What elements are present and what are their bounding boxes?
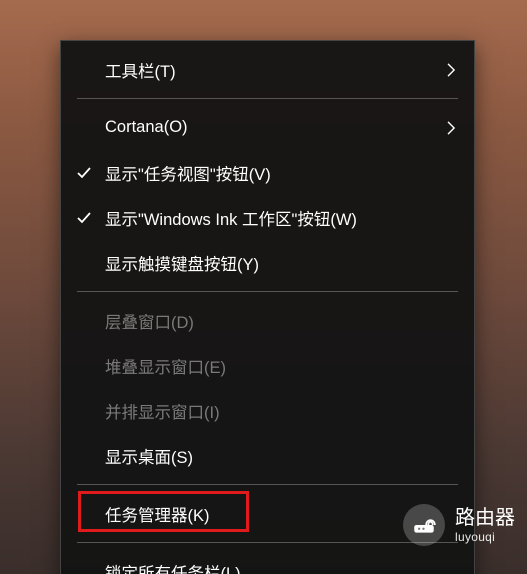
check-icon — [75, 209, 93, 227]
menu-separator — [77, 542, 458, 543]
watermark: 路由器 luyouqi — [403, 504, 515, 546]
watermark-title: 路由器 — [455, 506, 515, 530]
chevron-right-icon — [444, 121, 458, 135]
menu-item-label: 工具栏(T) — [105, 58, 176, 82]
menu-item-cortana[interactable]: Cortana(O) — [61, 105, 474, 150]
menu-item-label: 堆叠显示窗口(E) — [105, 354, 226, 378]
menu-separator — [77, 98, 458, 99]
menu-item-label: 层叠窗口(D) — [105, 309, 194, 333]
menu-item-show-desktop[interactable]: 显示桌面(S) — [61, 433, 474, 478]
menu-separator — [77, 291, 458, 292]
menu-item-taskview-button[interactable]: 显示"任务视图"按钮(V) — [61, 150, 474, 195]
router-icon — [403, 504, 445, 546]
menu-item-windows-ink-button[interactable]: 显示"Windows Ink 工作区"按钮(W) — [61, 195, 474, 240]
taskbar-context-menu: 工具栏(T) Cortana(O) 显示"任务视图"按钮(V) 显示"Windo… — [60, 40, 475, 574]
menu-item-label: Cortana(O) — [105, 118, 188, 137]
menu-separator — [77, 484, 458, 485]
menu-item-touch-keyboard-button[interactable]: 显示触摸键盘按钮(Y) — [61, 240, 474, 285]
menu-item-label: 显示"任务视图"按钮(V) — [105, 161, 271, 185]
menu-item-label: 并排显示窗口(I) — [105, 399, 220, 423]
chevron-right-icon — [444, 63, 458, 77]
menu-item-cascade-windows: 层叠窗口(D) — [61, 298, 474, 343]
menu-item-label: 锁定所有任务栏(L) — [105, 560, 241, 574]
menu-item-lock-all-taskbars[interactable]: 锁定所有任务栏(L) — [61, 549, 474, 574]
menu-item-side-by-side-windows: 并排显示窗口(I) — [61, 388, 474, 433]
menu-item-label: 任务管理器(K) — [105, 502, 210, 526]
watermark-sub: luyouqi — [455, 530, 515, 544]
menu-item-label: 显示触摸键盘按钮(Y) — [105, 251, 259, 275]
menu-item-stack-windows: 堆叠显示窗口(E) — [61, 343, 474, 388]
watermark-text: 路由器 luyouqi — [455, 506, 515, 544]
menu-item-label: 显示桌面(S) — [105, 444, 193, 468]
menu-item-label: 显示"Windows Ink 工作区"按钮(W) — [105, 206, 357, 230]
menu-item-toolbars[interactable]: 工具栏(T) — [61, 47, 474, 92]
check-icon — [75, 164, 93, 182]
